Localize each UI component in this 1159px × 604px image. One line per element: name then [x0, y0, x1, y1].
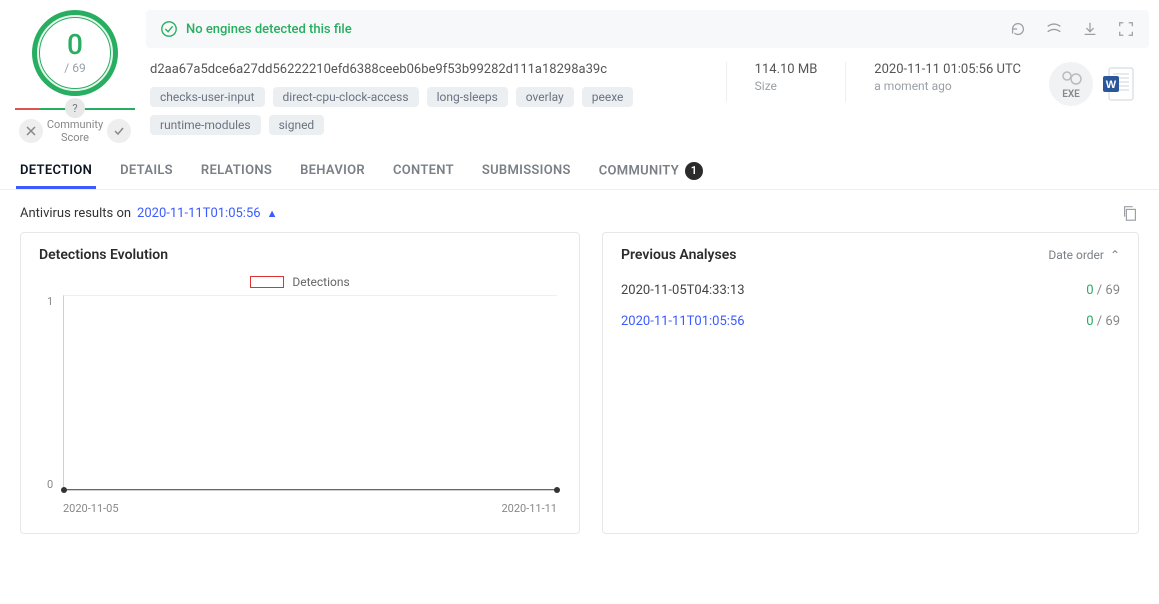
reanalyze-icon[interactable] — [1009, 20, 1027, 38]
tab-details[interactable]: DETAILS — [120, 163, 173, 188]
similar-icon[interactable] — [1045, 20, 1063, 38]
file-tag[interactable]: checks-user-input — [150, 87, 265, 107]
tab-submissions[interactable]: SUBMISSIONS — [482, 163, 571, 188]
file-tag[interactable]: direct-cpu-clock-access — [273, 87, 419, 107]
results-timestamp[interactable]: 2020-11-11T01:05:56 — [137, 206, 261, 221]
previous-title: Previous Analyses — [621, 247, 736, 263]
chevron-up-icon: ⌃ — [1110, 248, 1120, 262]
tab-community[interactable]: COMMUNITY1 — [599, 162, 703, 190]
detections-evolution-panel: Detections Evolution Detections 1 0 2020… — [20, 232, 580, 534]
data-point — [554, 487, 560, 493]
file-tag[interactable]: peexe — [582, 87, 634, 107]
scan-ago: a moment ago — [874, 79, 1021, 93]
file-tag[interactable]: runtime-modules — [150, 115, 261, 135]
file-hash: d2aa67a5dce6a27dd56222210efd6388ceeb06be… — [150, 62, 702, 77]
series-line — [64, 489, 557, 490]
evolution-chart: 1 0 2020-11-05 2020-11-11 — [63, 295, 557, 515]
detection-banner: No engines detected this file — [146, 10, 1149, 48]
legend-label: Detections — [292, 275, 349, 289]
tab-relations[interactable]: RELATIONS — [201, 163, 272, 188]
previous-analysis-link[interactable]: 2020-11-05T04:33:13 — [621, 283, 745, 298]
y-tick-bottom: 0 — [47, 478, 53, 491]
download-icon[interactable] — [1081, 20, 1099, 38]
file-tag[interactable]: signed — [269, 115, 325, 135]
previous-analysis-row: 2020-11-11T01:05:56 0 / 69 — [621, 306, 1120, 337]
sort-toggle[interactable]: Date order ⌃ — [1048, 248, 1120, 262]
file-tag[interactable]: long-sleeps — [427, 87, 508, 107]
previous-analyses-panel: Previous Analyses Date order ⌃ 2020-11-0… — [602, 232, 1139, 534]
file-size-value: 114.10 MB — [755, 62, 818, 77]
tab-bar: DETECTION DETAILS RELATIONS BEHAVIOR CONTENT… — [0, 144, 1159, 190]
previous-analysis-row: 2020-11-05T04:33:13 0 / 69 — [621, 275, 1120, 306]
evolution-title: Detections Evolution — [39, 247, 561, 263]
scan-date: 2020-11-11 01:05:56 UTC — [874, 62, 1021, 77]
help-icon[interactable]: ? — [65, 98, 85, 118]
x-tick-left: 2020-11-05 — [63, 502, 119, 515]
copy-icon[interactable] — [1121, 204, 1139, 222]
tab-count-badge: 1 — [685, 162, 703, 180]
tab-content[interactable]: CONTENT — [393, 163, 454, 188]
results-prefix: Antivirus results on — [20, 206, 131, 221]
detection-total: / 69 — [64, 61, 85, 75]
check-circle-icon — [160, 20, 178, 38]
filetype-exe-badge: EXE — [1049, 62, 1093, 106]
vote-harmless-button[interactable] — [19, 119, 43, 143]
data-point — [61, 487, 67, 493]
banner-message: No engines detected this file — [186, 22, 352, 37]
previous-analysis-link[interactable]: 2020-11-11T01:05:56 — [621, 314, 745, 329]
detection-gauge: 0 / 69 — [32, 10, 118, 96]
legend-swatch — [250, 276, 284, 288]
chevron-up-icon[interactable]: ▲ — [267, 207, 278, 220]
tab-detection[interactable]: DETECTION — [20, 163, 92, 188]
x-tick-right: 2020-11-11 — [501, 502, 557, 515]
filetype-word-icon: W — [1099, 64, 1137, 104]
tab-behavior[interactable]: BEHAVIOR — [300, 163, 365, 188]
previous-analysis-score: 0 / 69 — [1086, 283, 1120, 298]
file-tag[interactable]: overlay — [516, 87, 574, 107]
vote-malicious-button[interactable] — [107, 119, 131, 143]
tag-list: checks-user-input direct-cpu-clock-access… — [150, 87, 702, 135]
previous-analysis-score: 0 / 69 — [1086, 314, 1120, 329]
y-tick-top: 1 — [47, 295, 53, 308]
expand-icon[interactable] — [1117, 20, 1135, 38]
community-score-bar: ? — [15, 108, 135, 110]
file-size-label: Size — [755, 79, 818, 93]
svg-text:W: W — [1106, 79, 1117, 91]
detection-count: 0 — [67, 31, 83, 59]
community-score-label: Community Score — [47, 118, 103, 144]
